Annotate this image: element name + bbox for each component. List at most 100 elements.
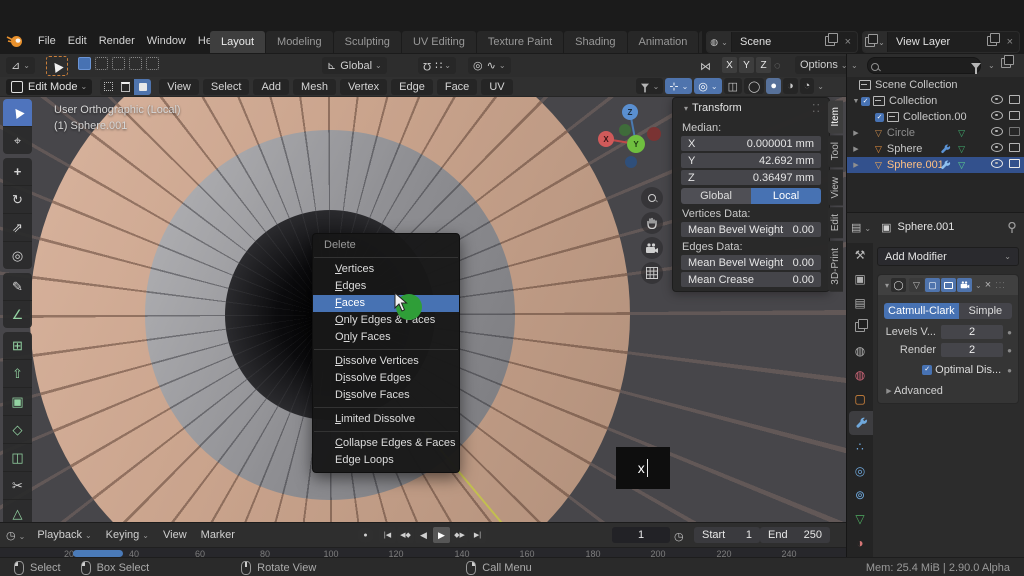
prev-keyframe-button[interactable]: ◀◆: [397, 527, 414, 543]
shading-solid-button[interactable]: ●: [766, 78, 781, 94]
disable-icon[interactable]: [1009, 127, 1020, 139]
menu-item-edges[interactable]: Edges: [313, 278, 459, 295]
frame-end-field[interactable]: End250: [760, 527, 830, 543]
play-reverse-button[interactable]: ◀: [415, 527, 432, 543]
tab-shading[interactable]: Shading: [564, 31, 626, 53]
disable-icon[interactable]: [1009, 143, 1020, 155]
tool-move[interactable]: +: [3, 158, 32, 186]
display-render-toggle[interactable]: [957, 278, 972, 292]
mirror-y-button[interactable]: Y: [739, 57, 754, 73]
tab-rendering[interactable]: Rendering: [699, 31, 702, 53]
shading-dropdown[interactable]: ⌄: [817, 82, 824, 91]
collection-checkbox[interactable]: ✓: [861, 97, 870, 106]
simple-button[interactable]: Simple: [959, 303, 1012, 319]
viewport-canvas[interactable]: User Orthographic (Local) (1) Sphere.001…: [0, 96, 846, 522]
advanced-section[interactable]: ▶ Advanced: [884, 385, 1012, 397]
menu-item-edge-loops[interactable]: Edge Loops: [313, 452, 459, 469]
tab-scene-properties[interactable]: ◍: [847, 339, 873, 363]
mirror-z-button[interactable]: Z: [756, 57, 771, 73]
tab-uv-editing[interactable]: UV Editing: [402, 31, 476, 53]
select-subtract-button[interactable]: [112, 57, 125, 70]
zoom-button[interactable]: [641, 187, 663, 209]
hide-icon[interactable]: [991, 111, 1003, 123]
tool-select-box[interactable]: [3, 99, 32, 127]
hide-icon[interactable]: [991, 127, 1003, 139]
view-layer-browse-button[interactable]: ⌄: [863, 32, 888, 52]
tab-modifier-properties[interactable]: [849, 411, 873, 435]
selectability-filter-button[interactable]: ⌄: [636, 78, 664, 94]
mode-selector[interactable]: Edit Mode⌄: [6, 79, 92, 95]
tool-loop-cut[interactable]: ◫: [3, 444, 32, 472]
disable-icon[interactable]: [1009, 111, 1020, 123]
outliner-row-circle[interactable]: ▶ ▽ Circle ▽: [847, 125, 1024, 141]
outliner-search-input[interactable]: [867, 57, 981, 74]
axis-gizmo[interactable]: Z X Y: [598, 100, 670, 178]
shading-material-button[interactable]: ◑: [783, 78, 798, 94]
playback-menu[interactable]: Playback⌄: [37, 529, 91, 541]
display-editmode-toggle[interactable]: ▢: [925, 278, 940, 292]
global-button[interactable]: Global: [681, 188, 751, 204]
tab-sculpting[interactable]: Sculpting: [334, 31, 401, 53]
menu-item-vertices[interactable]: Vertices: [313, 261, 459, 278]
tool-poly-build[interactable]: △: [3, 500, 32, 522]
view-layer-new-button[interactable]: [983, 36, 1001, 49]
menu-item-limited-dissolve[interactable]: Limited Dissolve: [313, 411, 459, 428]
editor-type-button[interactable]: ⊿⌄: [6, 57, 35, 74]
display-realtime-toggle[interactable]: [941, 278, 956, 292]
tool-rotate[interactable]: ↻: [3, 186, 32, 214]
select-intersect-button[interactable]: [146, 57, 159, 70]
tool-scale[interactable]: ⇗: [3, 214, 32, 242]
pin-icon[interactable]: [1007, 222, 1017, 233]
edge-select-button[interactable]: [117, 79, 134, 95]
modifier-delete-button[interactable]: ×: [985, 279, 991, 291]
viewport-text-input[interactable]: x: [616, 447, 670, 489]
tab-tool-properties[interactable]: ⚒: [847, 243, 873, 267]
tool-measure[interactable]: ∠: [3, 301, 32, 328]
tab-data-properties[interactable]: ▽: [847, 507, 873, 531]
view-layer-name[interactable]: View Layer: [888, 36, 983, 48]
jump-to-end-button[interactable]: ▶|: [469, 527, 486, 543]
menu-item-dissolve-faces[interactable]: Dissolve Faces: [313, 387, 459, 404]
shading-rendered-button[interactable]: ◔: [800, 78, 815, 94]
outliner-row-collection-00[interactable]: ✓ Collection.00: [847, 109, 1024, 125]
mirror-icon[interactable]: ⋈: [700, 60, 711, 73]
mean-crease-field[interactable]: Mean Crease0.00: [681, 272, 821, 287]
mean-bevel-weight-vert-field[interactable]: Mean Bevel Weight0.00: [681, 222, 821, 237]
hide-icon[interactable]: [991, 95, 1003, 107]
pan-button[interactable]: [641, 212, 663, 234]
levels-viewport-field[interactable]: 2: [941, 325, 1003, 339]
marker-menu[interactable]: Marker: [201, 529, 235, 541]
view-menu[interactable]: View: [163, 529, 187, 541]
drag-handle-icon[interactable]: ⁚⁚: [812, 102, 821, 115]
menu-item-only-faces[interactable]: Only Faces: [313, 329, 459, 346]
face-menu[interactable]: Face: [437, 79, 477, 95]
expand-icon[interactable]: ▶: [851, 145, 861, 153]
tab-modeling[interactable]: Modeling: [266, 31, 333, 53]
snap-toggle-button[interactable]: Ω ∷⌄: [418, 57, 456, 74]
select-new-button[interactable]: [78, 57, 91, 70]
catmull-clark-button[interactable]: Catmull-Clark: [884, 303, 959, 319]
options-button[interactable]: Options⌄: [795, 56, 853, 74]
transform-orientation-button[interactable]: ⊾ Global⌄: [322, 57, 387, 74]
animate-dot[interactable]: ●: [1007, 366, 1012, 375]
menu-file[interactable]: File: [32, 31, 62, 51]
disable-icon[interactable]: [1009, 95, 1020, 107]
filter-dropdown[interactable]: ⌄: [988, 61, 995, 70]
tab-layout[interactable]: Layout: [210, 31, 265, 53]
tab-view[interactable]: View: [828, 170, 843, 206]
outliner-editor-type-button[interactable]: ⌄: [851, 61, 858, 70]
tool-add-cube[interactable]: ⊞: [3, 332, 32, 360]
tab-particle-properties[interactable]: ∴: [847, 435, 873, 459]
scene-name[interactable]: Scene: [732, 36, 821, 48]
ortho-toggle-button[interactable]: [641, 262, 663, 284]
view-menu[interactable]: View: [159, 79, 199, 95]
current-frame-field[interactable]: 1: [612, 527, 670, 543]
mirror-x-button[interactable]: X: [722, 57, 737, 73]
median-z-field[interactable]: Z0.36497 mm: [681, 170, 821, 185]
play-button[interactable]: ▶: [433, 527, 450, 543]
next-keyframe-button[interactable]: ◆▶: [451, 527, 468, 543]
uv-menu[interactable]: UV: [481, 79, 512, 95]
median-y-field[interactable]: Y42.692 mm: [681, 153, 821, 168]
expand-icon[interactable]: ▶: [851, 161, 861, 169]
tool-cursor[interactable]: ⌖: [3, 127, 32, 154]
